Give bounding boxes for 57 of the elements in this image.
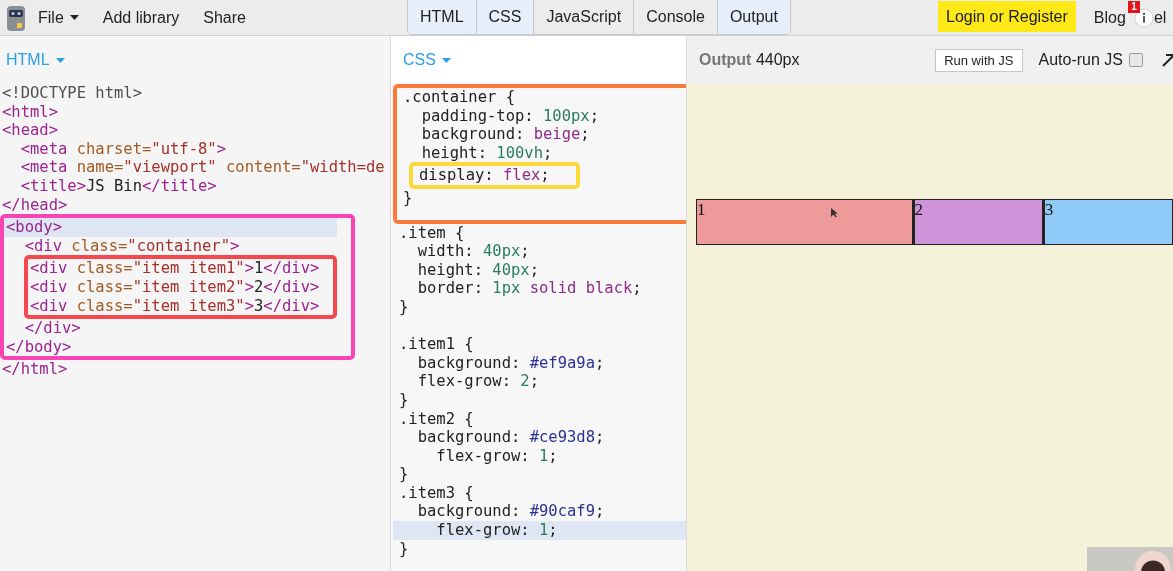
code-line: flex-grow: 1; (435, 446, 559, 466)
code-line: <div class="item item1">1</div> (29, 259, 320, 278)
notification-badge: 1 (1128, 0, 1140, 13)
code-line: } (402, 188, 414, 208)
code-line: .item { (398, 223, 466, 243)
code-line: } (398, 297, 410, 317)
code-line: } (398, 539, 410, 559)
code-line: .container { (402, 88, 516, 107)
code-line: <div class="item item2">2</div> (29, 277, 320, 297)
code-line: background: beige; (420, 125, 591, 144)
code-line: .item2 { (398, 409, 475, 429)
panel-tab[interactable]: CSS (476, 0, 535, 34)
code-line: <div class="item item3">3</div> (29, 296, 320, 316)
code-line: <meta name="viewport" content="width=de (19, 158, 386, 177)
code-line: } (398, 390, 410, 410)
code-line: height: 100vh; (420, 143, 554, 163)
code-line: </div> (23, 319, 82, 338)
flex-item: 1 (696, 199, 914, 245)
help-link[interactable]: el (1153, 8, 1167, 27)
code-line: <div class="container"> (23, 236, 241, 256)
code-line: </body> (5, 337, 73, 357)
code-line: </head> (1, 195, 69, 215)
code-line: .item3 { (398, 483, 475, 503)
code-line: <!DOCTYPE html> (1, 84, 143, 103)
code-line: background: #ef9a9a; (416, 353, 606, 373)
caret-icon (441, 57, 451, 63)
code-line: padding-top: 100px; (420, 106, 599, 126)
panel-tab[interactable]: HTML (408, 0, 477, 34)
code-line: background: #90caf9; (416, 502, 606, 522)
panel-tab[interactable]: Output (717, 0, 790, 34)
code-line: display: flex; (418, 166, 550, 185)
code-line: <html> (1, 102, 59, 122)
output-width-label: Output 440px (699, 51, 800, 69)
flex-item: 2 (913, 199, 1044, 245)
code-line: .item1 { (398, 335, 475, 354)
mouse-cursor-icon (831, 208, 838, 218)
code-line: <title>JS Bin</title> (19, 176, 218, 196)
login-button[interactable]: Login or Register (938, 1, 1076, 32)
code-line: <meta charset="utf-8"> (19, 139, 227, 159)
menu-button[interactable]: File (38, 4, 79, 31)
code-line: width: 40px; (416, 242, 531, 261)
autorun-checkbox[interactable] (1129, 53, 1143, 67)
flex-item: 3 (1043, 199, 1173, 245)
code-line: </html> (1, 360, 69, 379)
code-line: flex-grow: 2; (416, 372, 540, 391)
autorun-label: Auto-run JS (1038, 51, 1123, 69)
code-line: <head> (1, 121, 59, 140)
code-line: height: 40px; (416, 260, 540, 280)
robot-logo-icon (6, 3, 26, 32)
code-line: } (398, 465, 410, 484)
menu-button[interactable]: Add library (102, 4, 180, 31)
code-line: background: #ce93d8; (416, 428, 606, 447)
run-with-js-button[interactable]: Run with JS (935, 48, 1023, 72)
caret-icon (55, 57, 65, 63)
menu-button[interactable]: Share (203, 4, 246, 31)
expand-arrow-icon[interactable] (1161, 53, 1173, 67)
code-line: border: 1px solid black; (416, 279, 643, 298)
